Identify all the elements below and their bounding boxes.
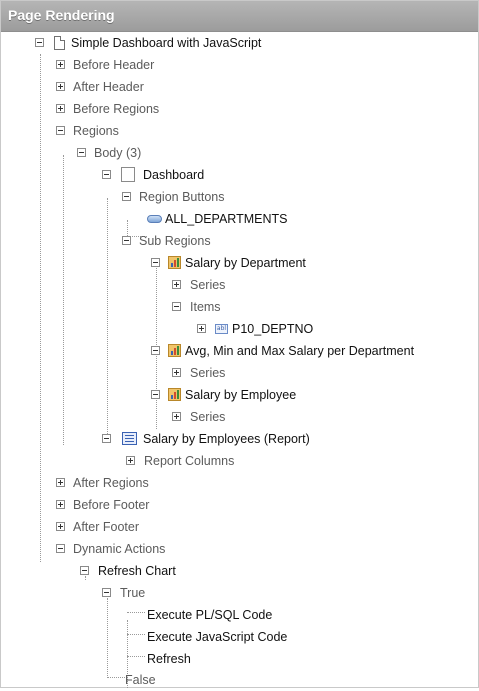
- tree-node-region-buttons[interactable]: Region Buttons: [1, 186, 478, 208]
- collapse-toggle[interactable]: [80, 566, 89, 575]
- node-label[interactable]: Salary by Employees (Report): [143, 428, 310, 450]
- tree-node-refresh[interactable]: Refresh: [1, 648, 478, 670]
- node-label[interactable]: After Header: [73, 76, 144, 98]
- collapse-toggle[interactable]: [56, 544, 65, 553]
- tree-node-report-columns[interactable]: Report Columns: [1, 450, 478, 472]
- expand-toggle[interactable]: [172, 412, 181, 421]
- node-label[interactable]: Before Footer: [73, 494, 149, 516]
- collapse-toggle[interactable]: [151, 258, 160, 267]
- expand-toggle[interactable]: [56, 82, 65, 91]
- collapse-toggle[interactable]: [151, 390, 160, 399]
- node-label[interactable]: Refresh Chart: [98, 560, 176, 582]
- page-rendering-panel: Page Rendering Simple Dashboard with Jav…: [0, 0, 479, 688]
- panel-header: Page Rendering: [1, 1, 478, 32]
- tree-node-salary-by-department[interactable]: Salary by Department: [1, 252, 478, 274]
- tree-node-after-header[interactable]: After Header: [1, 76, 478, 98]
- node-label[interactable]: Refresh: [147, 648, 191, 670]
- expand-toggle[interactable]: [56, 500, 65, 509]
- report-icon: [122, 432, 137, 445]
- tree-node-after-footer[interactable]: After Footer: [1, 516, 478, 538]
- tree-node-salary-report[interactable]: Salary by Employees (Report): [1, 428, 478, 450]
- tree-node-sub-regions[interactable]: Sub Regions: [1, 230, 478, 252]
- tree-node-after-regions[interactable]: After Regions: [1, 472, 478, 494]
- node-label[interactable]: Report Columns: [144, 450, 234, 472]
- expand-toggle[interactable]: [126, 456, 135, 465]
- node-label[interactable]: Region Buttons: [139, 186, 224, 208]
- expand-toggle[interactable]: [172, 368, 181, 377]
- expand-toggle[interactable]: [56, 478, 65, 487]
- collapse-toggle[interactable]: [102, 588, 111, 597]
- tree-node-true[interactable]: True: [1, 582, 478, 604]
- tree-node-page[interactable]: Simple Dashboard with JavaScript: [1, 32, 478, 54]
- collapse-toggle[interactable]: [56, 126, 65, 135]
- chart-icon: [168, 256, 181, 269]
- node-label[interactable]: After Regions: [73, 472, 149, 494]
- node-label[interactable]: Dynamic Actions: [73, 538, 165, 560]
- expand-toggle[interactable]: [197, 324, 206, 333]
- expand-toggle[interactable]: [56, 60, 65, 69]
- node-label[interactable]: Dashboard: [143, 164, 204, 186]
- node-label[interactable]: Simple Dashboard with JavaScript: [71, 32, 261, 54]
- collapse-toggle[interactable]: [77, 148, 86, 157]
- tree-node-items[interactable]: Items: [1, 296, 478, 318]
- tree-node-p10-deptno[interactable]: abl P10_DEPTNO: [1, 318, 478, 340]
- node-label[interactable]: Execute PL/SQL Code: [147, 604, 272, 626]
- tree-node-dashboard[interactable]: Dashboard: [1, 164, 478, 186]
- node-label[interactable]: Execute JavaScript Code: [147, 626, 287, 648]
- collapse-toggle[interactable]: [122, 236, 131, 245]
- node-label[interactable]: P10_DEPTNO: [232, 318, 313, 340]
- tree-node-before-footer[interactable]: Before Footer: [1, 494, 478, 516]
- chart-icon: [168, 344, 181, 357]
- node-label[interactable]: Items: [190, 296, 221, 318]
- page-rendering-tree: Simple Dashboard with JavaScript Before …: [1, 32, 478, 688]
- tree-node-execute-plsql[interactable]: Execute PL/SQL Code: [1, 604, 478, 626]
- tree-node-series[interactable]: Series: [1, 274, 478, 296]
- node-label[interactable]: Regions: [73, 120, 119, 142]
- node-label[interactable]: After Footer: [73, 516, 139, 538]
- node-label[interactable]: ALL_DEPARTMENTS: [165, 208, 288, 230]
- tree-node-execute-javascript[interactable]: Execute JavaScript Code: [1, 626, 478, 648]
- panel-title: Page Rendering: [8, 7, 115, 23]
- node-label[interactable]: Sub Regions: [139, 230, 211, 252]
- node-label[interactable]: Series: [190, 274, 225, 296]
- node-label[interactable]: Body (3): [94, 142, 141, 164]
- node-label[interactable]: Avg, Min and Max Salary per Department: [185, 340, 414, 362]
- node-label[interactable]: Before Header: [73, 54, 154, 76]
- tree-node-refresh-chart[interactable]: Refresh Chart: [1, 560, 478, 582]
- node-label[interactable]: Series: [190, 406, 225, 428]
- tree-node-dynamic-actions[interactable]: Dynamic Actions: [1, 538, 478, 560]
- collapse-toggle[interactable]: [102, 434, 111, 443]
- tree-node-all-departments[interactable]: ALL_DEPARTMENTS: [1, 208, 478, 230]
- expand-toggle[interactable]: [56, 104, 65, 113]
- expand-toggle[interactable]: [172, 280, 181, 289]
- node-label[interactable]: Salary by Department: [185, 252, 306, 274]
- collapse-toggle[interactable]: [35, 38, 44, 47]
- expand-toggle[interactable]: [56, 522, 65, 531]
- tree-node-before-regions[interactable]: Before Regions: [1, 98, 478, 120]
- button-icon: [147, 215, 162, 223]
- node-label[interactable]: Series: [190, 362, 225, 384]
- collapse-toggle[interactable]: [151, 346, 160, 355]
- region-icon: [121, 167, 135, 182]
- collapse-toggle[interactable]: [102, 170, 111, 179]
- text-item-icon: abl: [215, 324, 228, 334]
- tree-node-before-header[interactable]: Before Header: [1, 54, 478, 76]
- tree-node-avg-min-max-salary[interactable]: Avg, Min and Max Salary per Department: [1, 340, 478, 362]
- collapse-toggle[interactable]: [122, 192, 131, 201]
- node-label[interactable]: Before Regions: [73, 98, 159, 120]
- collapse-toggle[interactable]: [172, 302, 181, 311]
- tree-node-series[interactable]: Series: [1, 362, 478, 384]
- tree-node-series[interactable]: Series: [1, 406, 478, 428]
- page-icon: [54, 36, 65, 50]
- node-label[interactable]: True: [120, 582, 145, 604]
- chart-icon: [168, 388, 181, 401]
- tree-node-regions[interactable]: Regions: [1, 120, 478, 142]
- tree-node-body[interactable]: Body (3): [1, 142, 478, 164]
- tree-node-salary-by-employee[interactable]: Salary by Employee: [1, 384, 478, 406]
- node-label[interactable]: Salary by Employee: [185, 384, 296, 406]
